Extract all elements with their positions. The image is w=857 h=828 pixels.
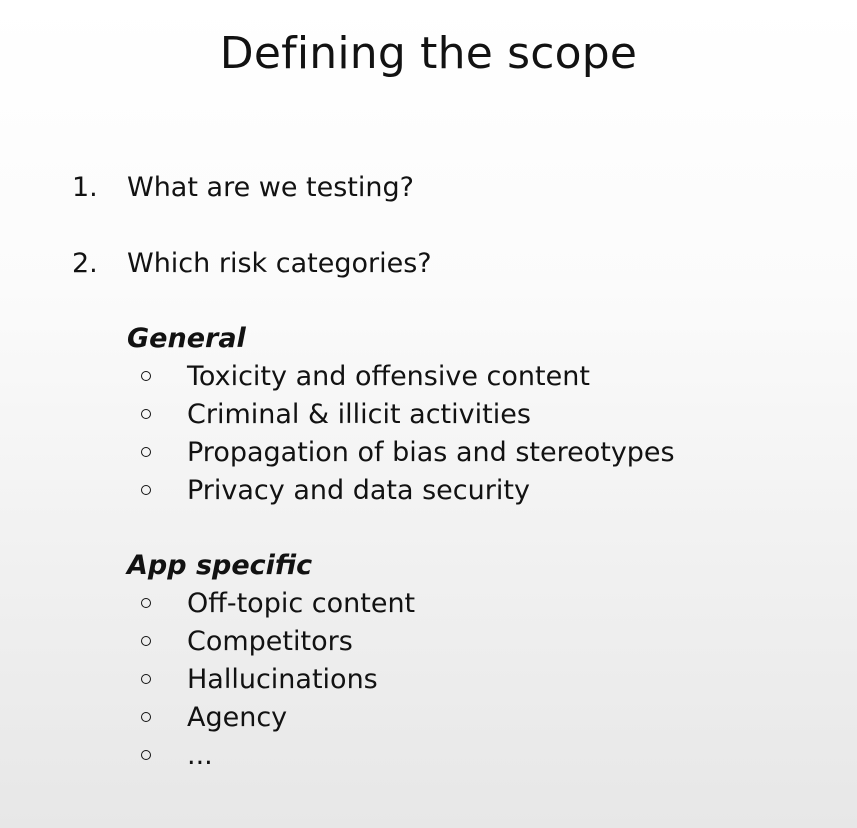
- question-item-1: 1. What are we testing?: [0, 168, 857, 208]
- question-item-2: 2. Which risk categories?: [0, 244, 857, 284]
- circle-bullet-icon: [141, 674, 151, 684]
- list-item-label: Off-topic content: [187, 588, 416, 619]
- list-item-label: Criminal & illicit activities: [187, 399, 531, 430]
- list-item: Criminal & illicit activities: [0, 396, 857, 434]
- app-specific-heading: App specific: [127, 550, 313, 581]
- list-item: Competitors: [0, 623, 857, 661]
- question-number: 2.: [72, 248, 98, 279]
- list-item-label: Toxicity and offensive content: [187, 361, 590, 392]
- circle-bullet-icon: [141, 750, 151, 760]
- list-item: ...: [0, 737, 857, 775]
- list-item: Toxicity and offensive content: [0, 358, 857, 396]
- question-text: What are we testing?: [127, 172, 414, 203]
- general-risk-list: Toxicity and offensive content Criminal …: [0, 358, 857, 510]
- list-item-label: Competitors: [187, 626, 353, 657]
- list-item-label: Hallucinations: [187, 664, 378, 695]
- general-heading: General: [127, 323, 246, 354]
- circle-bullet-icon: [141, 371, 151, 381]
- circle-bullet-icon: [141, 485, 151, 495]
- list-item-label: Privacy and data security: [187, 475, 530, 506]
- list-item-label: ...: [187, 740, 213, 771]
- circle-bullet-icon: [141, 447, 151, 457]
- circle-bullet-icon: [141, 598, 151, 608]
- question-number: 1.: [72, 172, 98, 203]
- list-item: Privacy and data security: [0, 472, 857, 510]
- circle-bullet-icon: [141, 712, 151, 722]
- circle-bullet-icon: [141, 409, 151, 419]
- list-item: Propagation of bias and stereotypes: [0, 434, 857, 472]
- list-item: Off-topic content: [0, 585, 857, 623]
- list-item: Hallucinations: [0, 661, 857, 699]
- question-text: Which risk categories?: [127, 248, 432, 279]
- list-item: Agency: [0, 699, 857, 737]
- slide: Defining the scope 1. What are we testin…: [0, 0, 857, 828]
- list-item-label: Agency: [187, 702, 288, 733]
- circle-bullet-icon: [141, 636, 151, 646]
- app-specific-risk-list: Off-topic content Competitors Hallucinat…: [0, 585, 857, 775]
- slide-title: Defining the scope: [219, 28, 638, 79]
- list-item-label: Propagation of bias and stereotypes: [187, 437, 675, 468]
